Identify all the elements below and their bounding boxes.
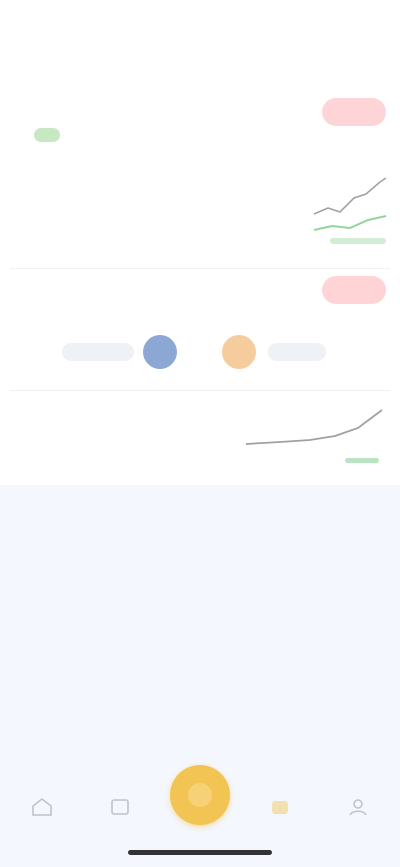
- wallet-icon: [272, 801, 288, 814]
- stat-line: [22, 215, 82, 227]
- partner-logo-blue-icon[interactable]: [143, 335, 177, 369]
- stat-line: [22, 195, 82, 207]
- status-badge: [34, 128, 60, 142]
- mini-chart-icon: [313, 177, 387, 244]
- action-button-primary[interactable]: [322, 98, 386, 126]
- tab-profile[interactable]: [328, 785, 388, 845]
- tab-wallet[interactable]: [250, 785, 310, 845]
- divider: [10, 390, 390, 391]
- asset-title: [70, 118, 160, 138]
- asset-summary[interactable]: [22, 112, 162, 162]
- stats-list: [22, 175, 82, 265]
- card-footer: [16, 460, 56, 474]
- partner-pill-left[interactable]: [62, 343, 134, 361]
- tab-home[interactable]: [12, 785, 72, 845]
- partner-logo-orange-icon[interactable]: [222, 335, 256, 369]
- chart-line-icon: [245, 409, 383, 463]
- page-title: [110, 60, 290, 80]
- list-icon: [111, 799, 129, 815]
- profile-icon: [349, 799, 367, 816]
- home-indicator[interactable]: [128, 850, 272, 855]
- stat-line: [22, 235, 82, 247]
- partner-pill-right[interactable]: [268, 343, 326, 361]
- status-bar: [0, 0, 400, 52]
- center-action-icon: [188, 783, 212, 807]
- card-subtitle: [16, 432, 106, 446]
- partners-row: [0, 330, 400, 374]
- divider: [10, 268, 390, 269]
- home-icon: [32, 797, 52, 816]
- status-time: [42, 18, 112, 34]
- center-action-button[interactable]: [170, 765, 230, 825]
- action-button-secondary[interactable]: [322, 276, 386, 304]
- section-label: [14, 282, 214, 298]
- asset-subtitle: [70, 140, 170, 156]
- status-indicators: [280, 18, 360, 34]
- card-title: [16, 408, 166, 426]
- tab-list[interactable]: [90, 785, 150, 845]
- stat-line: [22, 175, 82, 187]
